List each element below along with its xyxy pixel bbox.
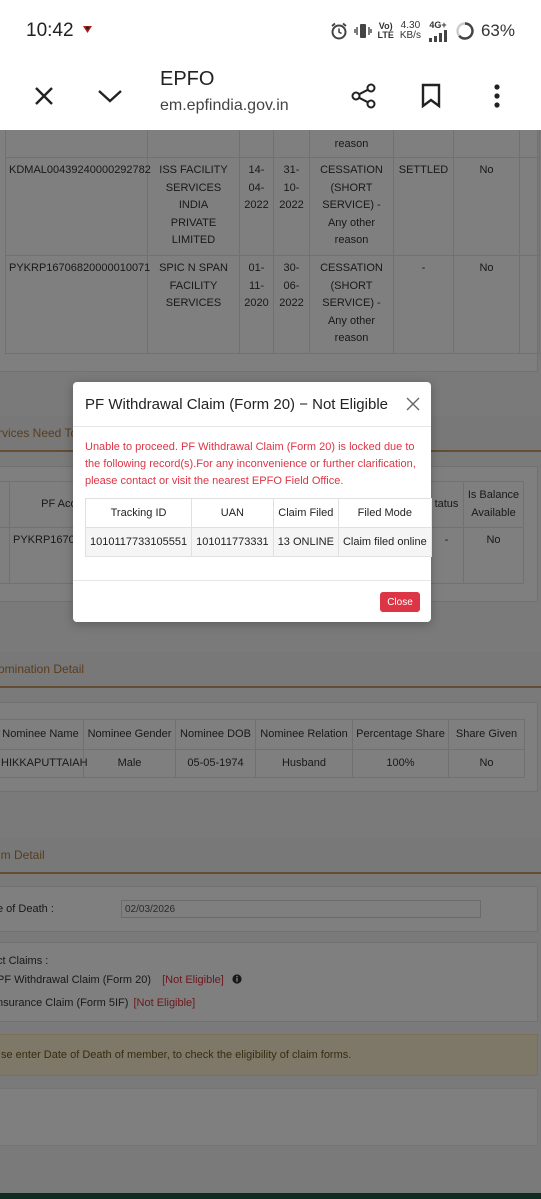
browser-toolbar: EPFO em.epfindia.gov.in (0, 62, 541, 130)
column-header: Claim Filed (272, 498, 339, 528)
status-bar: 10:42 Vo) LTE 4.30 KB/s 4G+ 63% (0, 0, 541, 62)
bookmark-button[interactable] (409, 74, 453, 118)
share-button[interactable] (342, 74, 386, 118)
signal-group: 4G+ (427, 20, 449, 42)
chevron-down-icon (98, 90, 122, 103)
tracking-id-cell: 1010117733105551 (84, 527, 193, 557)
table-row: Tracking ID UAN Claim Filed Filed Mode (84, 498, 432, 528)
page-url[interactable]: em.epfindia.gov.in (160, 97, 300, 115)
modal-error-message: Unable to proceed. PF Withdrawal Claim (… (85, 441, 416, 487)
modal-footer-divider (73, 580, 431, 581)
column-header: Tracking ID (84, 498, 193, 528)
more-vertical-icon (494, 84, 500, 108)
close-tab-button[interactable] (22, 74, 66, 118)
close-icon[interactable] (405, 396, 421, 412)
bookmark-icon (421, 83, 441, 109)
claim-filed-cell: 13 ONLINE (272, 527, 339, 557)
vibrate-icon (353, 24, 372, 38)
modal-header-divider (73, 426, 431, 427)
alarm-icon (330, 22, 347, 40)
more-options-button[interactable] (475, 74, 519, 118)
bottom-bar (0, 1193, 541, 1199)
network-speed: 4.30 KB/s (399, 20, 421, 41)
uan-cell: 101011773331 (191, 527, 274, 557)
column-header: UAN (191, 498, 274, 528)
app-notification-icon (83, 26, 92, 33)
minimize-button[interactable] (88, 74, 132, 118)
modal-title: PF Withdrawal Claim (Form 20) − Not Elig… (85, 396, 388, 413)
battery-percent: 63% (480, 21, 515, 40)
filed-mode-cell: Claim filed online (337, 527, 432, 557)
modal-backdrop[interactable] (0, 130, 541, 1199)
locked-records-table: Tracking ID UAN Claim Filed Filed Mode 1… (84, 498, 432, 557)
page-title: EPFO (160, 68, 215, 90)
not-eligible-modal: PF Withdrawal Claim (Form 20) − Not Elig… (73, 382, 432, 622)
status-time: 10:42 (26, 20, 74, 41)
network-volte: Vo) LTE (377, 21, 394, 40)
battery-icon (456, 22, 474, 40)
close-button[interactable]: Close (380, 592, 420, 612)
close-icon (35, 87, 53, 105)
status-right-group: Vo) LTE 4.30 KB/s 4G+ 63% (330, 18, 515, 44)
column-header: Filed Mode (337, 498, 432, 528)
signal-icon (428, 29, 447, 42)
table-row: 1010117733105551 101011773331 13 ONLINE … (84, 527, 432, 557)
share-icon (351, 83, 376, 109)
